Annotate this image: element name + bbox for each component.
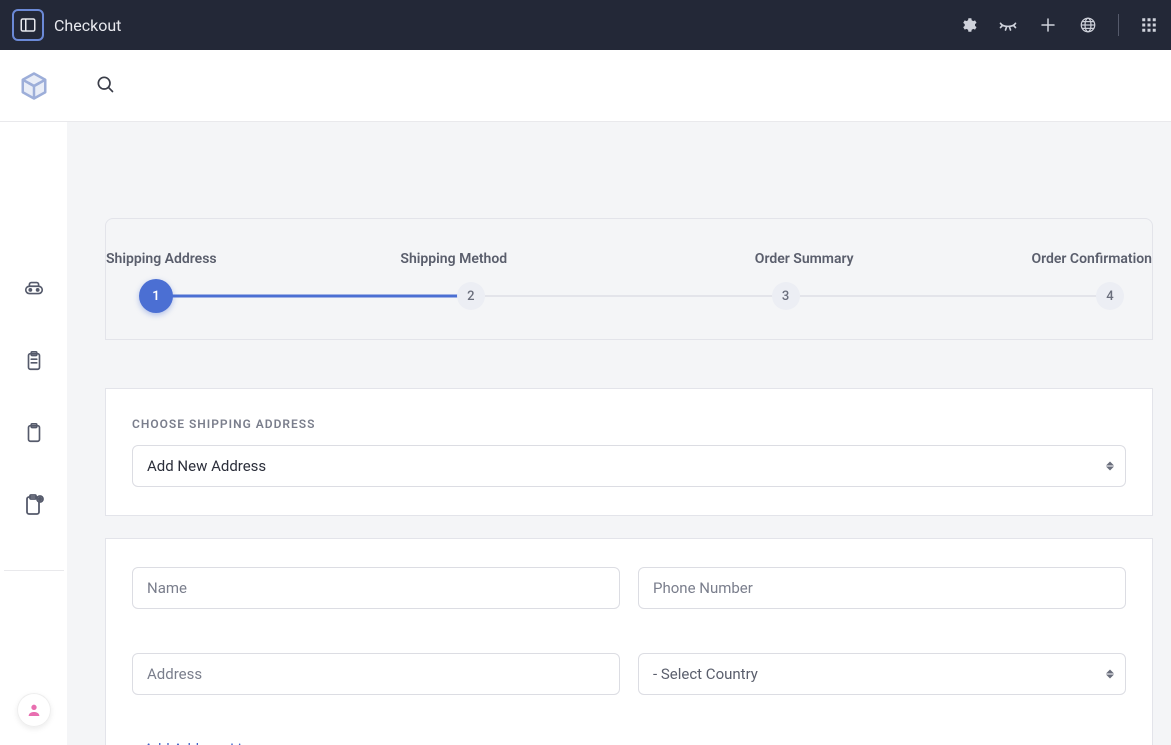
search-icon[interactable] [95,74,115,98]
address-form-card: - Select Country + Add Address Line [105,538,1153,745]
step-label-shipping-method: Shipping Method [323,251,585,267]
country-select[interactable]: - Select Country [638,653,1126,695]
plus-icon[interactable] [1038,15,1058,35]
step-dot-2[interactable]: 2 [457,282,485,310]
step-dot-4[interactable]: 4 [1096,282,1124,310]
globe-icon[interactable] [1078,15,1098,35]
brand-logo[interactable] [0,50,67,122]
wizard-track-fill [156,295,471,298]
step-dot-3[interactable]: 3 [772,282,800,310]
sidebar-item-clipboard-plain[interactable] [17,416,51,450]
add-address-line-button[interactable]: + Add Address Line [132,741,257,745]
topbar-divider [1118,14,1119,36]
sidebar-divider [4,570,64,571]
step-num-2: 2 [467,289,474,304]
panel-toggle-button[interactable] [12,9,44,41]
checkout-stepper: Shipping Address Shipping Method Order S… [105,218,1153,340]
sidebar [0,122,67,745]
step-label-order-summary: Order Summary [673,251,935,267]
sub-header [67,50,1171,122]
choose-address-card: CHOOSE SHIPPING ADDRESS Add New Address [105,388,1153,516]
content-area: Shipping Address Shipping Method Order S… [67,122,1171,745]
step-num-3: 3 [782,289,789,304]
sidebar-item-clipboard[interactable] [17,344,51,378]
page-title: Checkout [54,16,121,35]
step-dot-1[interactable]: 1 [139,279,173,313]
phone-input[interactable] [638,567,1126,609]
step-num-1: 1 [152,289,159,304]
name-input[interactable] [132,567,620,609]
address-input[interactable] [132,653,620,695]
gear-icon[interactable] [958,15,978,35]
user-avatar[interactable] [17,693,51,727]
eye-closed-icon[interactable] [998,15,1018,35]
choose-address-heading: CHOOSE SHIPPING ADDRESS [132,417,1126,431]
step-num-4: 4 [1106,289,1113,304]
apps-grid-icon[interactable] [1139,15,1159,35]
address-selector[interactable]: Add New Address [132,445,1126,487]
sidebar-item-ports[interactable] [17,272,51,306]
top-bar: Checkout [0,0,1171,50]
sidebar-item-clipboard-gear[interactable] [17,488,51,522]
